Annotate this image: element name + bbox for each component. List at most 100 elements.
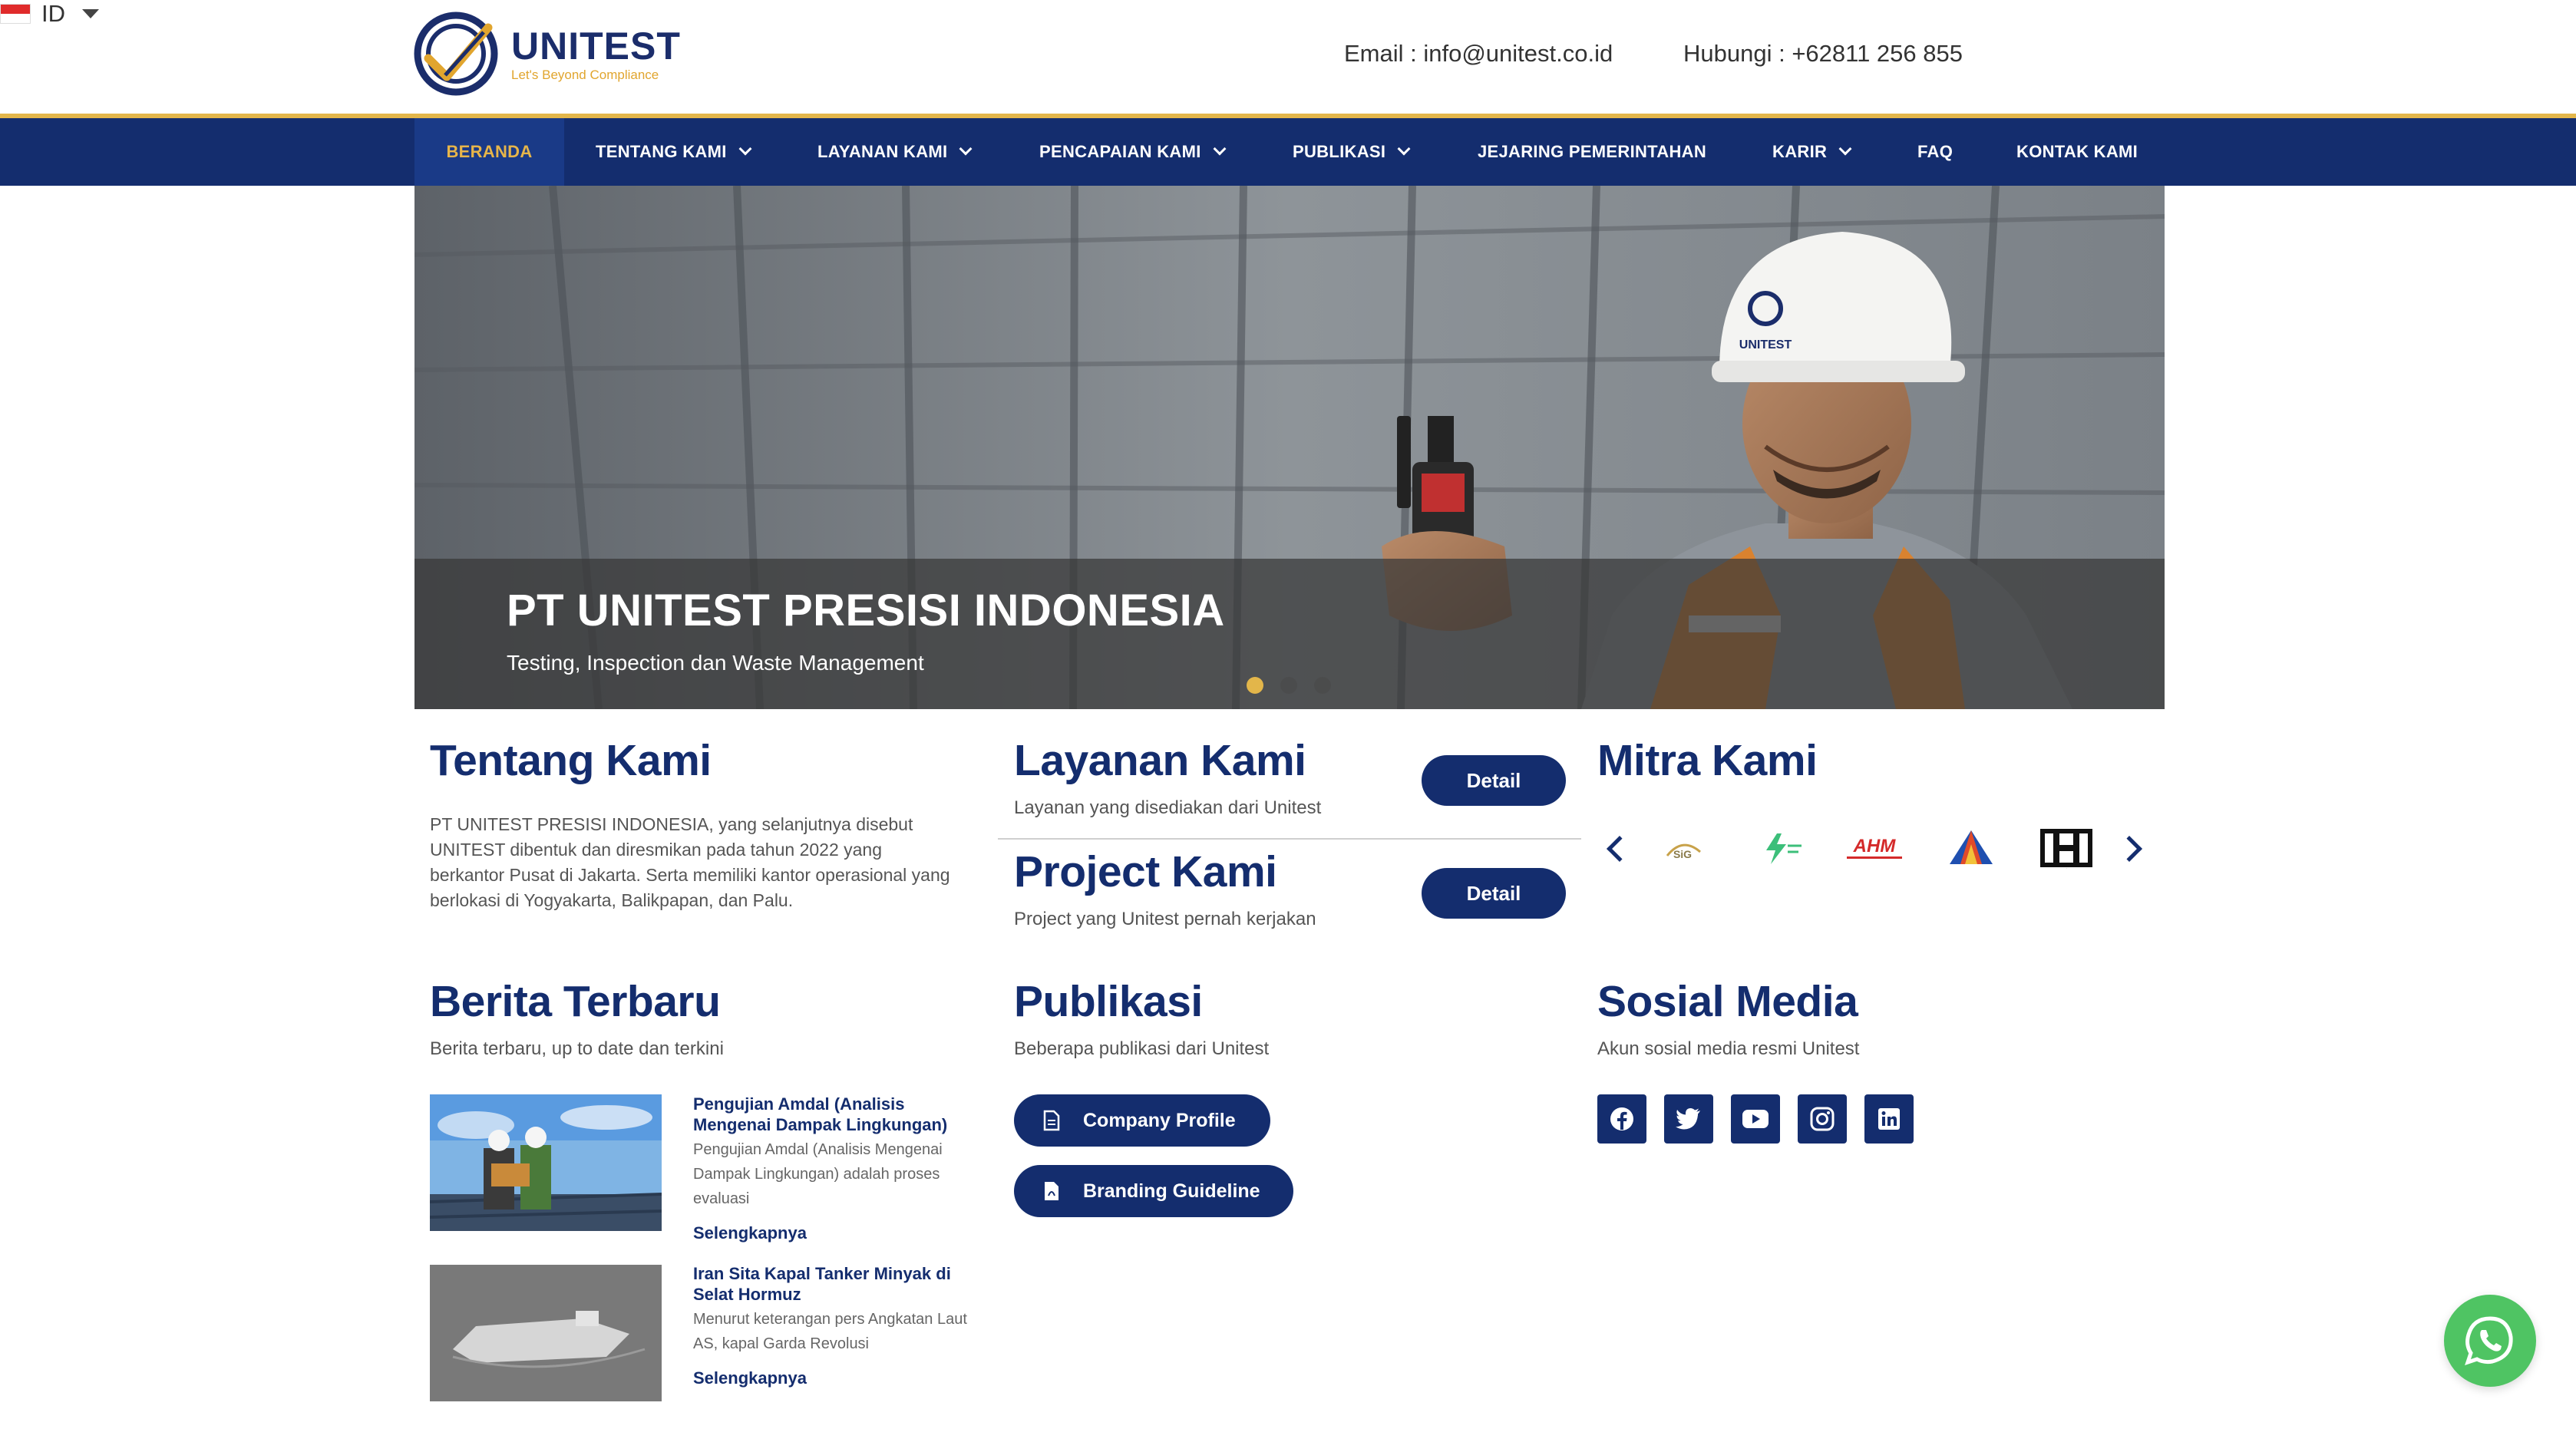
nav-publikasi[interactable]: PUBLIKASI — [1293, 118, 1411, 186]
layanan-detail-button[interactable]: Detail — [1422, 755, 1566, 806]
project-detail-button[interactable]: Detail — [1422, 868, 1566, 919]
nav-label: BERANDA — [446, 142, 533, 161]
nav-label: PENCAPAIAN KAMI — [1039, 142, 1201, 161]
chevron-down-icon — [1213, 142, 1227, 156]
nav-label: LAYANAN KAMI — [817, 142, 948, 161]
ahm-logo-icon: AHM — [1847, 836, 1902, 859]
sosial-media-subtitle: Akun sosial media resmi Unitest — [1597, 1038, 1860, 1059]
slider-dot-active[interactable] — [1247, 677, 1263, 694]
nav-tentang-kami[interactable]: TENTANG KAMI — [596, 118, 752, 186]
partner-logo-sig: SiG — [1652, 821, 1713, 875]
nav-label: FAQ — [1917, 142, 1953, 161]
chevron-down-icon — [1838, 142, 1852, 156]
linkedin-icon — [1878, 1108, 1900, 1130]
partner-name: SiG — [1673, 848, 1692, 860]
partner-logo-ahm: AHM — [1836, 821, 1913, 875]
berita-terbaru-subtitle: Berita terbaru, up to date dan terkini — [430, 1038, 724, 1059]
sosial-media-title: Sosial Media — [1597, 977, 1858, 1026]
instagram-link[interactable] — [1798, 1094, 1847, 1144]
news-excerpt: Menurut keterangan pers Angkatan Laut AS… — [693, 1311, 967, 1352]
project-kami-title: Project Kami — [1014, 847, 1277, 896]
pdf-file-icon — [1045, 1182, 1058, 1200]
nav-kontak-kami[interactable]: KONTAK KAMI — [2016, 118, 2138, 186]
nav-layanan-kami[interactable]: LAYANAN KAMI — [817, 118, 973, 186]
chevron-down-icon — [959, 142, 973, 156]
nav-beranda[interactable]: BERANDA — [414, 118, 564, 186]
language-label: ID — [41, 0, 65, 27]
linkedin-link[interactable] — [1864, 1094, 1914, 1144]
hero-title: PT UNITEST PRESISI INDONESIA — [507, 586, 1225, 635]
hero-slider[interactable]: UNITEST PT UNITEST PRESISI INDONESIA Tes… — [414, 186, 2165, 709]
branding-guideline-label: Branding Guideline — [1083, 1180, 1260, 1202]
publikasi-subtitle: Beberapa publikasi dari Unitest — [1014, 1038, 1270, 1059]
triangle-logo-icon — [1950, 830, 1993, 864]
chevron-down-icon — [1397, 142, 1411, 156]
youtube-link[interactable] — [1731, 1094, 1780, 1144]
news-title-link[interactable]: Iran Sita Kapal Tanker Minyak di Selat H… — [693, 1263, 969, 1305]
nav-label: JEJARING PEMERINTAHAN — [1478, 142, 1707, 161]
green-bolt-logo-icon — [1766, 833, 1802, 864]
whatsapp-chat-button[interactable] — [2444, 1295, 2536, 1387]
news-excerpt: Pengujian Amdal (Analisis Mengenai Dampa… — [693, 1141, 943, 1207]
nav-label: TENTANG KAMI — [596, 142, 727, 161]
nav-label: KONTAK KAMI — [2016, 142, 2138, 161]
news-read-more-link[interactable]: Selengkapnya — [693, 1223, 807, 1243]
partner-logo-h: H — [2037, 821, 2095, 875]
news-image-tanker — [430, 1265, 662, 1401]
language-selector[interactable]: ID — [0, 0, 2576, 28]
facebook-link[interactable] — [1597, 1094, 1646, 1144]
nav-label: PUBLIKASI — [1293, 142, 1386, 161]
carousel-next-arrow-icon[interactable] — [2116, 836, 2142, 862]
twitter-link[interactable] — [1664, 1094, 1713, 1144]
logo-mark-icon — [414, 12, 498, 96]
tentang-kami-text: PT UNITEST PRESISI INDONESIA, yang selan… — [430, 814, 950, 910]
layanan-kami-subtitle: Layanan yang disediakan dari Unitest — [1014, 797, 1322, 818]
youtube-icon — [1742, 1110, 1769, 1128]
publikasi-title: Publikasi — [1014, 977, 1203, 1026]
mitra-kami-title: Mitra Kami — [1597, 736, 1818, 785]
facebook-icon — [1610, 1107, 1633, 1130]
site-logo[interactable]: UNITEST Let's Beyond Compliance — [413, 9, 689, 98]
h-logo-icon: H — [2040, 829, 2092, 870]
main-navigation: BERANDA TENTANG KAMI LAYANAN KAMI PENCAP… — [0, 118, 2576, 186]
partner-name: AHM — [1853, 836, 1897, 856]
nav-pencapaian-kami[interactable]: PENCAPAIAN KAMI — [1039, 118, 1227, 186]
nav-faq[interactable]: FAQ — [1917, 118, 1953, 186]
news-title-link[interactable]: Pengujian Amdal (Analisis Mengenai Dampa… — [693, 1094, 969, 1135]
company-profile-label: Company Profile — [1083, 1109, 1236, 1131]
nav-jejaring-pemerintahan[interactable]: JEJARING PEMERINTAHAN — [1478, 118, 1706, 186]
header-phone-link[interactable]: Hubungi : +62811 256 855 — [1683, 40, 1963, 68]
news-thumbnail[interactable] — [430, 1265, 662, 1401]
indonesia-flag-icon — [0, 4, 31, 24]
logo-name: UNITEST — [511, 25, 681, 68]
sig-logo-icon: SiG — [1666, 843, 1701, 860]
branding-guideline-button[interactable]: Branding Guideline — [1014, 1165, 1293, 1217]
top-header: UNITEST Let's Beyond Compliance Email : … — [0, 0, 2576, 115]
partner-name: H — [2066, 868, 2067, 870]
company-profile-button[interactable]: Company Profile — [1014, 1094, 1270, 1147]
nav-karir[interactable]: KARIR — [1772, 118, 1852, 186]
section-divider — [998, 838, 1581, 840]
header-email-link[interactable]: Email : info@unitest.co.id — [1344, 40, 1613, 68]
helmet-logo-text: UNITEST — [1739, 338, 1792, 351]
news-thumbnail[interactable] — [430, 1094, 662, 1231]
chevron-down-icon — [738, 142, 752, 156]
news-image-solar-workers — [430, 1094, 662, 1231]
hero-subtitle: Testing, Inspection dan Waste Management — [507, 651, 924, 675]
whatsapp-icon — [2465, 1316, 2513, 1365]
news-read-more-link[interactable]: Selengkapnya — [693, 1368, 807, 1388]
layanan-kami-title: Layanan Kami — [1014, 736, 1306, 785]
tentang-kami-title: Tentang Kami — [430, 736, 712, 785]
slider-dot[interactable] — [1280, 677, 1297, 694]
slider-dot[interactable] — [1314, 677, 1331, 694]
nav-label: KARIR — [1772, 142, 1828, 161]
document-icon — [1043, 1110, 1060, 1131]
project-kami-subtitle: Project yang Unitest pernah kerjakan — [1014, 909, 1316, 929]
twitter-icon — [1676, 1108, 1700, 1130]
berita-terbaru-title: Berita Terbaru — [430, 977, 721, 1026]
instagram-icon — [1810, 1107, 1835, 1131]
logo-tagline: Let's Beyond Compliance — [511, 68, 659, 82]
caret-down-icon — [82, 9, 99, 18]
partner-logo-green — [1749, 821, 1810, 875]
carousel-prev-arrow-icon[interactable] — [1607, 836, 1633, 862]
